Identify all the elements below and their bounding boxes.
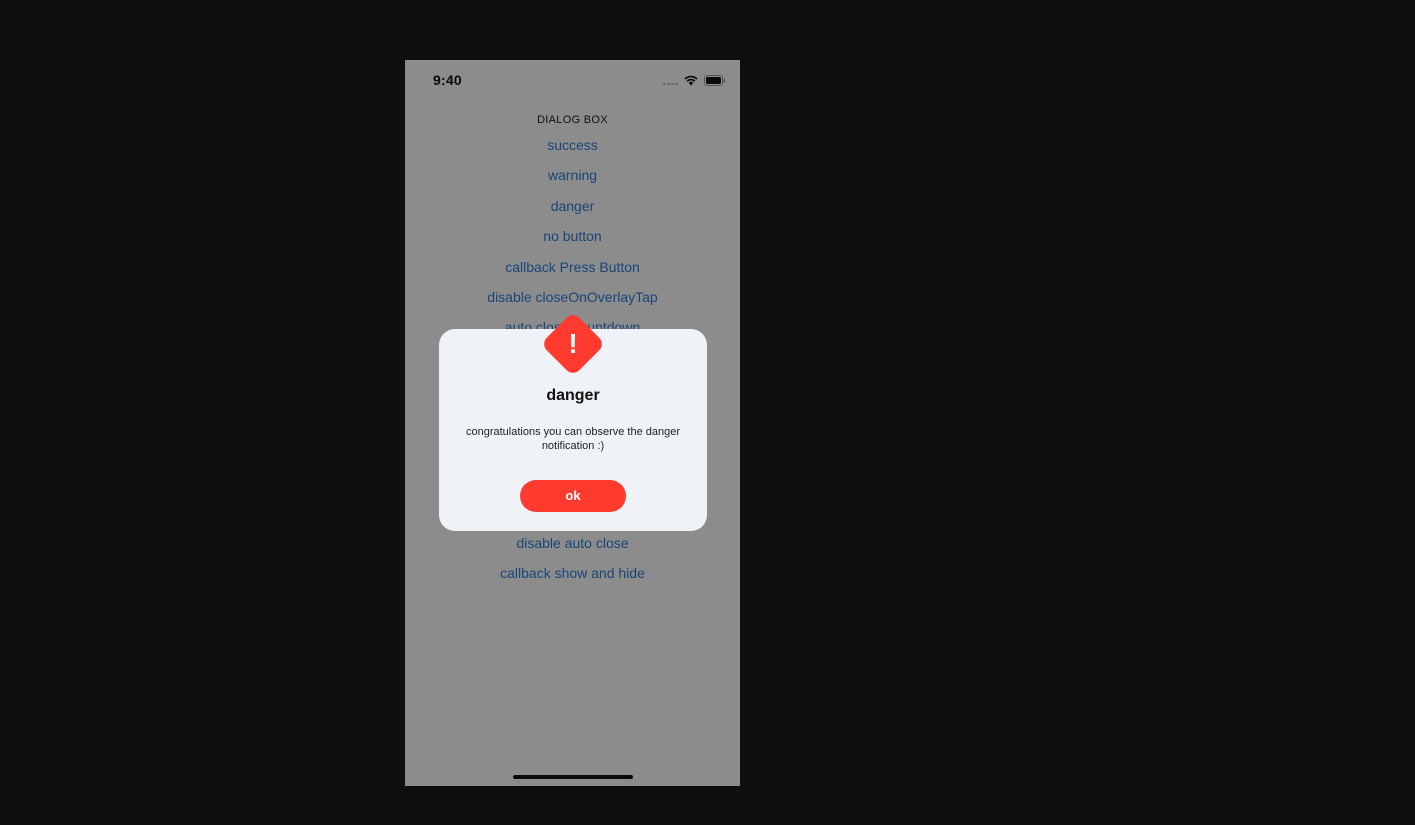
exclamation-diamond-icon: ! xyxy=(540,311,606,377)
ok-button[interactable]: ok xyxy=(520,480,626,512)
dialog-message: congratulations you can observe the dang… xyxy=(465,426,681,452)
exclamation-mark: ! xyxy=(568,328,578,359)
dialog-title: danger xyxy=(546,387,600,404)
danger-dialog: ! danger congratulations you can observe… xyxy=(439,311,707,531)
phone-screen: 9:40 DIALOG BOX success warning danger n… xyxy=(405,60,740,786)
